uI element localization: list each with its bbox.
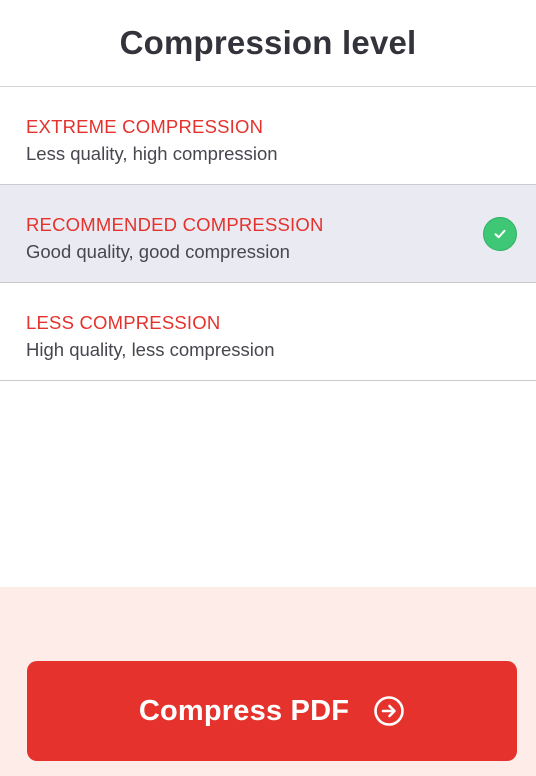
- option-description: Good quality, good compression: [26, 241, 290, 262]
- compression-options: EXTREME COMPRESSION Less quality, high c…: [0, 87, 536, 381]
- arrow-right-circle-icon: [373, 695, 405, 727]
- option-title: RECOMMENDED COMPRESSION: [26, 214, 324, 235]
- option-title: LESS COMPRESSION: [26, 312, 221, 333]
- check-icon: [483, 217, 517, 251]
- page-title: Compression level: [119, 24, 417, 61]
- compress-pdf-label: Compress PDF: [138, 694, 350, 727]
- compress-pdf-button[interactable]: Compress PDF: [27, 661, 517, 761]
- option-less-compression[interactable]: LESS COMPRESSION High quality, less comp…: [0, 283, 536, 381]
- option-description: High quality, less compression: [26, 339, 275, 360]
- option-title: EXTREME COMPRESSION: [26, 116, 264, 137]
- option-recommended-compression[interactable]: RECOMMENDED COMPRESSION Good quality, go…: [0, 185, 536, 283]
- option-description: Less quality, high compression: [26, 143, 278, 164]
- panel-header: Compression level: [0, 0, 536, 87]
- action-footer: Compress PDF: [0, 587, 536, 776]
- option-extreme-compression[interactable]: EXTREME COMPRESSION Less quality, high c…: [0, 87, 536, 185]
